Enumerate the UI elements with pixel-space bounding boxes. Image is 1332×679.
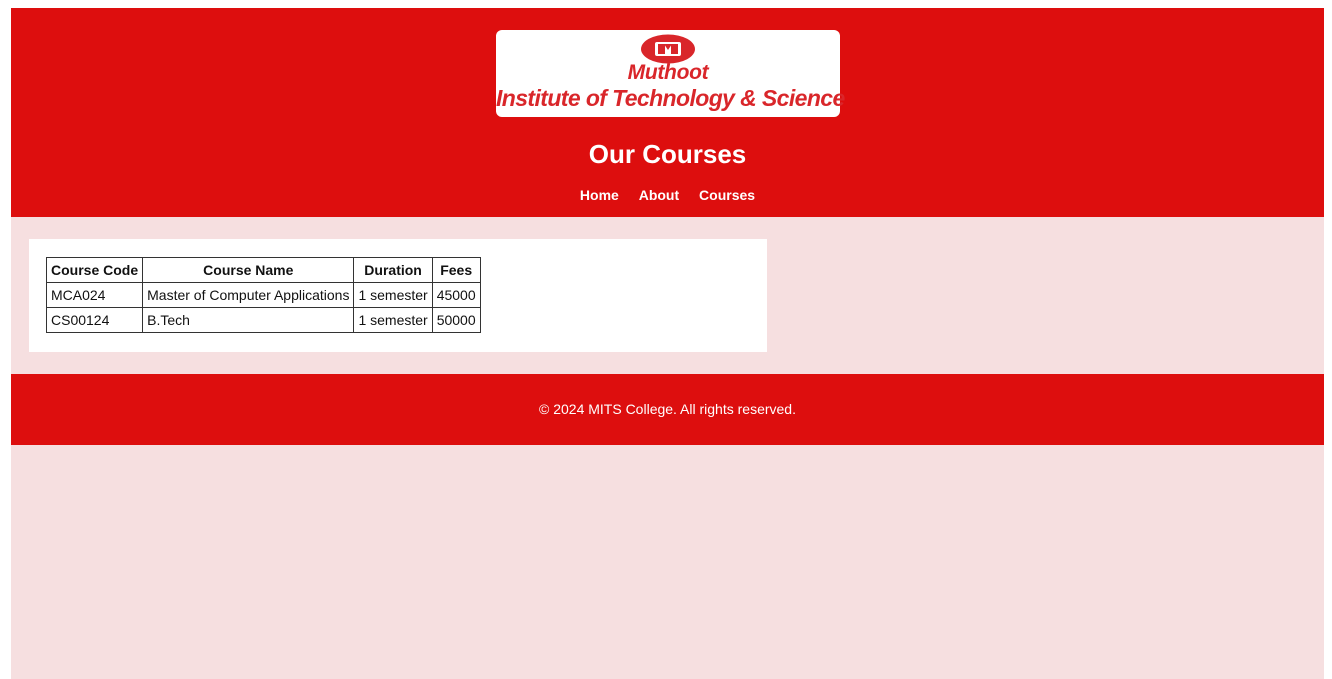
cell-course-code: CS00124: [45, 307, 144, 333]
mits-emblem-icon: [641, 34, 695, 64]
cell-fees: 45000: [431, 282, 481, 308]
column-header-fees: Fees: [431, 257, 481, 283]
cell-duration: 1 semester: [353, 307, 433, 333]
courses-table: Course Code Course Name Duration Fees MC…: [45, 257, 481, 333]
page-title: Our Courses: [588, 139, 747, 169]
main-nav: Home About Courses: [11, 186, 1324, 204]
table-row: CS00124 B.Tech 1 semester 50000: [45, 307, 481, 333]
table-row: MCA024 Master of Computer Applications 1…: [45, 282, 481, 308]
logo-line-1: Muthoot: [627, 61, 709, 84]
cell-course-code: MCA024: [45, 282, 144, 308]
table-header-row: Course Code Course Name Duration Fees: [45, 257, 481, 283]
column-header-course-name: Course Name: [142, 257, 355, 283]
copyright-text: © 2024 MITS College. All rights reserved…: [539, 401, 796, 417]
page: Muthoot Institute of Technology & Scienc…: [11, 8, 1324, 679]
cell-fees: 50000: [431, 307, 481, 333]
cell-duration: 1 semester: [353, 282, 433, 308]
cell-course-name: Master of Computer Applications: [142, 282, 355, 308]
logo-line-2: Institute of Technology & Science: [496, 85, 845, 111]
cell-course-name: B.Tech: [142, 307, 355, 333]
nav-link-home[interactable]: Home: [580, 187, 619, 203]
site-footer: © 2024 MITS College. All rights reserved…: [11, 374, 1324, 445]
column-header-duration: Duration: [353, 257, 433, 283]
column-header-course-code: Course Code: [45, 257, 144, 283]
logo[interactable]: Muthoot Institute of Technology & Scienc…: [496, 30, 845, 117]
nav-link-about[interactable]: About: [639, 187, 679, 203]
site-header: Muthoot Institute of Technology & Scienc…: [11, 8, 1324, 217]
courses-card: Course Code Course Name Duration Fees MC…: [29, 239, 767, 352]
nav-link-courses[interactable]: Courses: [699, 187, 755, 203]
